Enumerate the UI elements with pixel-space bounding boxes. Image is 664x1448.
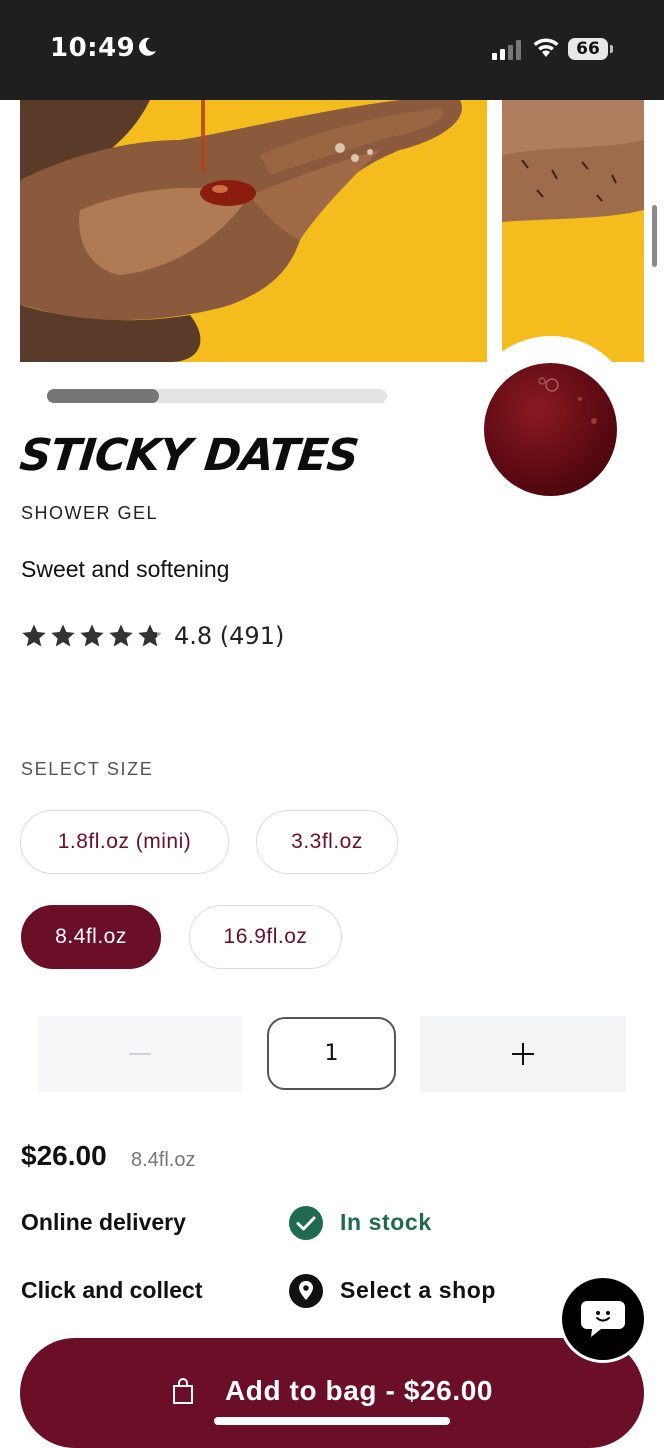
add-to-bag-label: Add to bag - $26.00 — [224, 1375, 494, 1406]
quantity-decrease-button[interactable] — [38, 1016, 242, 1092]
size-option-8-4floz[interactable]: 8.4fl.oz — [21, 905, 161, 969]
plus-icon — [512, 1043, 534, 1065]
product-image-hand[interactable] — [20, 100, 487, 362]
star-icon — [22, 624, 46, 647]
product-rating[interactable]: 4.8 (491) — [20, 620, 284, 652]
product-title: STICKY DATES — [17, 430, 361, 481]
bag-icon — [172, 1378, 193, 1404]
gallery-progress-fill — [47, 389, 160, 403]
product-price: $26.00 — [21, 1140, 107, 1171]
status-bar: 10:49 66 — [0, 0, 664, 100]
page-scrollbar[interactable] — [652, 205, 657, 267]
star-icon — [109, 624, 133, 647]
product-color-swatch — [484, 363, 617, 496]
size-option-16-9floz[interactable]: 16.9fl.oz — [189, 905, 342, 969]
wifi-icon — [533, 38, 559, 57]
check-circle-icon — [289, 1206, 323, 1240]
product-type: SHOWER GEL — [21, 503, 159, 523]
click-and-collect-label: Click and collect — [21, 1277, 203, 1303]
chat-button[interactable] — [562, 1278, 644, 1360]
gallery-progress — [47, 389, 387, 403]
chat-icon — [581, 1301, 625, 1337]
star-icon — [80, 624, 104, 647]
online-delivery-label: Online delivery — [21, 1209, 186, 1235]
location-pin-icon — [289, 1274, 323, 1308]
quantity-increase-button[interactable] — [420, 1016, 626, 1092]
status-time: 10:49 — [50, 33, 136, 63]
select-size-label: SELECT SIZE — [21, 759, 154, 779]
star-icon — [51, 624, 75, 647]
add-to-bag-button[interactable]: Add to bag - $26.00 — [20, 1338, 644, 1448]
battery-level: 66 — [576, 39, 600, 59]
home-indicator[interactable] — [214, 1417, 450, 1425]
size-option-3-3floz[interactable]: 3.3fl.oz — [256, 810, 398, 874]
minus-icon — [129, 1053, 151, 1055]
price-size: 8.4fl.oz — [131, 1149, 196, 1171]
product-gallery[interactable] — [0, 100, 664, 362]
select-shop-link[interactable]: Select a shop — [340, 1277, 496, 1304]
quantity-input[interactable]: 1 — [267, 1017, 396, 1090]
star-icon — [138, 624, 162, 647]
battery-indicator: 66 — [568, 38, 614, 60]
in-stock-status: In stock — [340, 1209, 432, 1235]
product-tagline: Sweet and softening — [21, 556, 230, 582]
rating-text: 4.8 (491) — [174, 622, 285, 650]
size-option-1-8floz[interactable]: 1.8fl.oz (mini) — [20, 810, 229, 874]
product-image-arm[interactable] — [502, 100, 644, 362]
signal-icon — [492, 40, 521, 60]
moon-icon — [139, 37, 156, 56]
rating-stars — [20, 622, 164, 650]
